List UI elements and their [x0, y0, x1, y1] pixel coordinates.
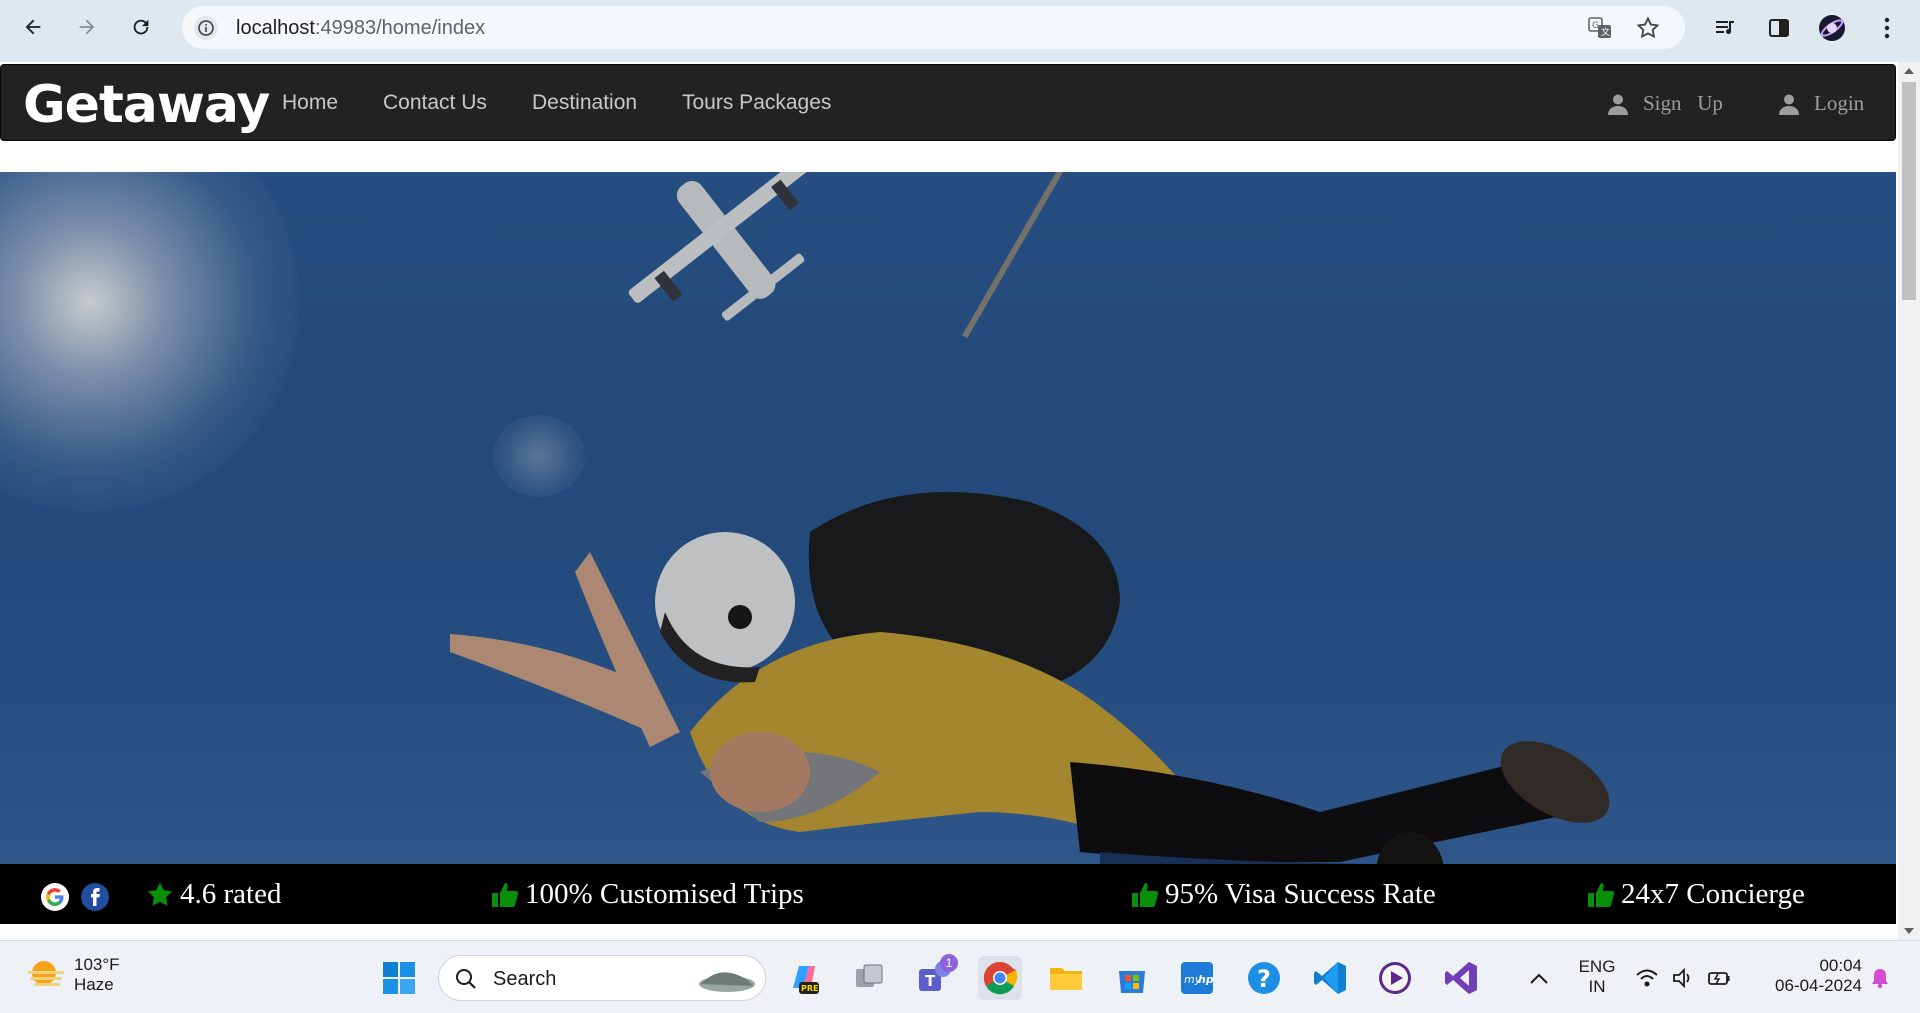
customised-text: 100% Customised Trips [525, 878, 804, 910]
scrollbar-thumb[interactable] [1902, 82, 1916, 300]
scroll-up-arrow-icon[interactable] [1904, 68, 1914, 74]
kebab-menu-icon[interactable] [1873, 14, 1901, 42]
wifi-icon [1635, 969, 1658, 987]
vscode-icon[interactable] [1308, 956, 1352, 1000]
bookmark-star-icon[interactable] [1635, 15, 1661, 41]
weather-temperature: 103°F [74, 955, 120, 974]
weather-widget[interactable]: 103°F Haze [26, 955, 120, 995]
page-scrollbar[interactable] [1898, 62, 1920, 940]
site-info-icon[interactable] [194, 16, 218, 40]
system-tray[interactable] [1628, 956, 1738, 1000]
user-icon [1779, 94, 1799, 115]
signup-link[interactable]: Sign Up [1607, 91, 1723, 116]
login-link[interactable]: Login [1778, 91, 1864, 116]
forward-arrow-icon[interactable] [72, 12, 102, 42]
svg-text:?: ? [1257, 965, 1271, 993]
chevron-up-icon[interactable] [1517, 956, 1561, 1000]
profile-avatar-icon[interactable] [1818, 14, 1846, 42]
copilot-icon[interactable]: PRE [781, 956, 825, 1000]
translate-icon[interactable]: G文 [1587, 15, 1613, 41]
feature-rating: 4.6 rated [146, 878, 281, 911]
thumbs-up-icon [1132, 882, 1159, 907]
volume-icon [1673, 968, 1690, 988]
scroll-down-arrow-icon[interactable] [1904, 928, 1914, 934]
signup-label: Sign Up [1643, 91, 1723, 115]
user-icon [1608, 94, 1628, 115]
side-panel-icon[interactable] [1765, 14, 1793, 42]
nav-link-tours[interactable]: Tours Packages [682, 91, 831, 115]
url-path: :49983/home/index [314, 17, 486, 39]
haze-sun-icon [28, 961, 64, 986]
facebook-icon[interactable] [81, 883, 109, 911]
nav-link-home[interactable]: Home [282, 91, 338, 115]
weather-condition: Haze [74, 975, 114, 994]
thumbs-up-icon [492, 882, 519, 907]
svg-text:PRE: PRE [801, 984, 819, 993]
browser-toolbar: localhost:49983/home/index G文 [0, 0, 1920, 62]
clock-date: 06-04-2024 [1775, 976, 1862, 995]
feature-visa: 95% Visa Success Rate [1131, 878, 1436, 911]
svg-text:T: T [925, 972, 936, 990]
svg-text:hp: hp [1198, 973, 1214, 986]
visa-text: 95% Visa Success Rate [1165, 878, 1436, 910]
svg-text:G: G [1592, 21, 1599, 31]
clock[interactable]: 00:04 06-04-2024 [1752, 956, 1862, 996]
chrome-icon[interactable] [978, 956, 1022, 1000]
hero-image [0, 172, 1896, 864]
windows-taskbar: 103°F Haze Search PRE T 1 my hp ? ENG IN… [0, 940, 1920, 1013]
feature-strip: 4.6 rated 100% Customised Trips 95% Visa… [0, 864, 1896, 924]
rating-text: 4.6 rated [180, 878, 282, 910]
star-icon [147, 882, 173, 906]
task-view-icon[interactable] [847, 956, 891, 1000]
language-indicator[interactable]: ENG IN [1572, 957, 1622, 997]
search-label: Search [493, 968, 557, 990]
visual-studio-icon[interactable] [1439, 956, 1483, 1000]
microsoft-store-icon[interactable] [1110, 956, 1154, 1000]
svg-text:文: 文 [1601, 26, 1610, 38]
concierge-text: 24x7 Concierge [1621, 878, 1805, 910]
hero-overlay [0, 172, 1896, 864]
notification-bell-icon[interactable] [1865, 956, 1895, 1000]
language-code: ENG [1578, 957, 1616, 976]
feature-customised: 100% Customised Trips [491, 878, 804, 911]
google-icon[interactable] [41, 883, 69, 911]
login-label: Login [1814, 91, 1865, 115]
search-highlight-icon [699, 972, 755, 992]
teams-badge: 1 [940, 954, 958, 972]
media-player-icon[interactable] [1373, 956, 1417, 1000]
region-code: IN [1588, 977, 1606, 996]
media-icon[interactable] [1712, 14, 1740, 42]
feature-concierge: 24x7 Concierge [1587, 878, 1805, 911]
clock-time: 00:04 [1819, 956, 1862, 975]
address-bar[interactable]: localhost:49983/home/index G文 [182, 6, 1685, 49]
url-text[interactable]: localhost:49983/home/index [236, 17, 485, 40]
taskbar-search[interactable]: Search [438, 955, 766, 1001]
back-arrow-icon[interactable] [18, 12, 48, 42]
nav-link-contact[interactable]: Contact Us [383, 91, 487, 115]
help-icon[interactable]: ? [1242, 956, 1286, 1000]
reload-icon[interactable] [126, 12, 156, 42]
site-navbar: Getaway Home Contact Us Destination Tour… [0, 64, 1896, 141]
battery-icon [1708, 972, 1730, 985]
thumbs-up-icon [1588, 882, 1615, 907]
windows-start-icon[interactable] [377, 956, 421, 1000]
search-icon [456, 969, 476, 989]
teams-icon[interactable]: T 1 [912, 954, 958, 1000]
brand-logo[interactable]: Getaway [23, 79, 270, 131]
page-viewport: Getaway Home Contact Us Destination Tour… [0, 62, 1898, 940]
url-host: localhost [236, 17, 315, 39]
nav-link-destination[interactable]: Destination [532, 91, 637, 115]
file-explorer-icon[interactable] [1044, 956, 1088, 1000]
myhp-icon[interactable]: my hp [1175, 956, 1219, 1000]
